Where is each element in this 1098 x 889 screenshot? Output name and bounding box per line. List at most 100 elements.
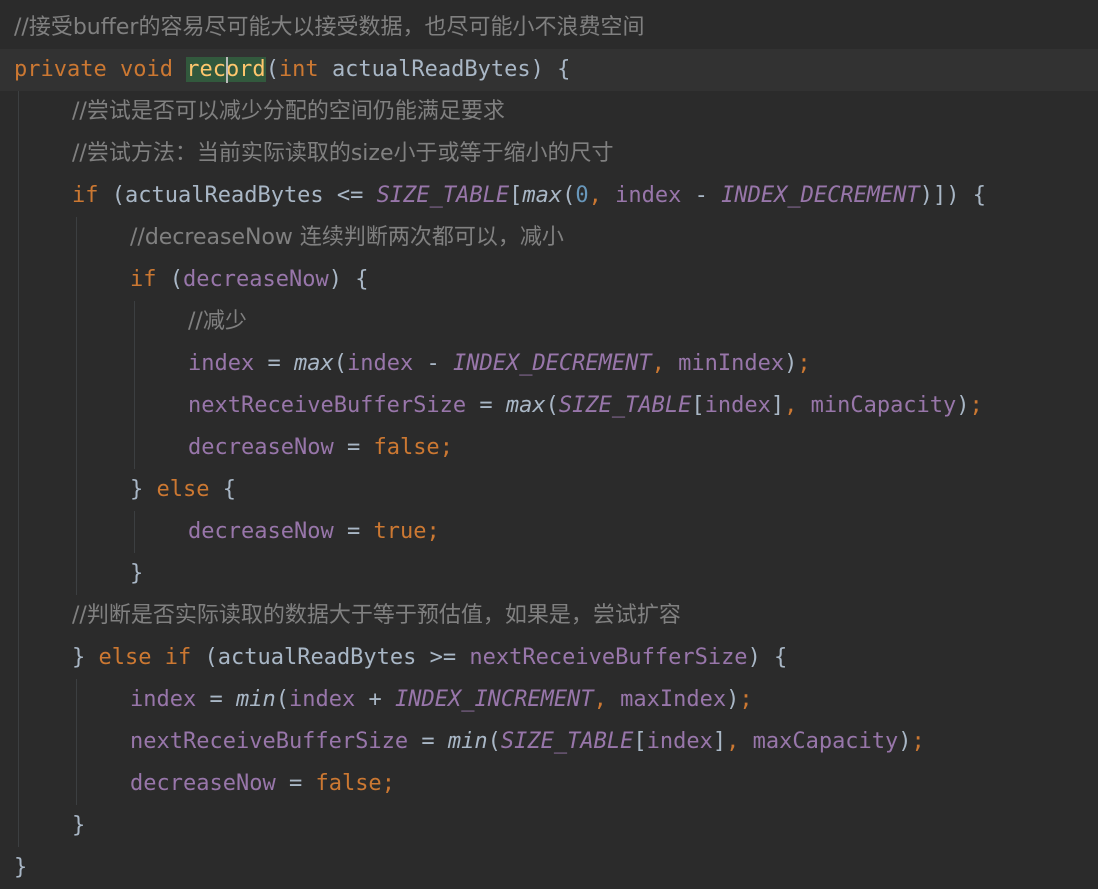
code-line[interactable]: if (decreaseNow) {: [0, 259, 1098, 301]
code-token-keyword: false: [373, 435, 440, 460]
code-token-comment: //判断是否实际读取的数据大于等于预估值，如果是，尝试扩容: [72, 603, 681, 628]
code-token-static: INDEX_DECREMENT: [721, 183, 920, 208]
code-line[interactable]: decreaseNow = true;: [0, 511, 1098, 553]
code-token-op: +: [355, 687, 395, 712]
code-line[interactable]: //尝试是否可以减少分配的空间仍能满足要求: [0, 91, 1098, 133]
code-token-call: max: [522, 183, 563, 208]
code-line[interactable]: nextReceiveBufferSize = min(SIZE_TABLE[i…: [0, 721, 1098, 763]
code-token-punct: (: [545, 393, 559, 418]
code-token-keyword: else: [98, 645, 152, 670]
code-token-punct: }: [72, 813, 86, 838]
code-line[interactable]: } else if (actualReadBytes >= nextReceiv…: [0, 637, 1098, 679]
code-token-call: min: [447, 729, 488, 754]
code-token-static: INDEX_DECREMENT: [452, 351, 652, 376]
code-token-semi: ;: [797, 351, 811, 376]
code-token-punct: ) {: [328, 267, 369, 292]
code-token-semi: ,: [726, 729, 740, 754]
code-token-punct: [: [633, 729, 647, 754]
code-token-keyword: true: [373, 519, 427, 544]
code-token-field: index: [346, 351, 414, 376]
code-line[interactable]: //接受buffer的容易尽可能大以接受数据，也尽可能小不浪费空间: [0, 7, 1098, 49]
code-token-keyword: void: [119, 57, 173, 82]
code-token-punct: (: [275, 687, 289, 712]
code-token-op: =: [275, 771, 316, 796]
code-token-punct: ) {: [747, 645, 788, 670]
code-token-punct: (: [191, 645, 218, 670]
code-token-call: max: [505, 393, 546, 418]
code-token-keyword: private: [14, 57, 107, 82]
code-token-punct: (: [333, 351, 347, 376]
code-token-keyword: else: [156, 477, 210, 502]
code-token-punct: {: [209, 477, 236, 502]
code-line[interactable]: //尝试方法：当前实际读取的size小于或等于缩小的尺寸: [0, 133, 1098, 175]
code-line[interactable]: decreaseNow = false;: [0, 427, 1098, 469]
code-token-semi: ;: [426, 519, 440, 544]
code-token-punct: ]: [770, 393, 785, 418]
code-token-punct: }: [72, 645, 99, 670]
code-token-punct: ) {: [530, 57, 571, 82]
code-token-call: max: [293, 351, 334, 376]
code-token-comment: //decreaseNow 连续判断两次都可以，减小: [130, 225, 564, 250]
code-token-field: maxIndex: [620, 687, 727, 712]
code-token-field: index: [288, 687, 356, 712]
code-line[interactable]: //减少: [0, 301, 1098, 343]
code-token-semi: ;: [439, 435, 453, 460]
code-token-op: =: [408, 729, 448, 754]
code-line[interactable]: index = min(index + INDEX_INCREMENT, max…: [0, 679, 1098, 721]
code-token-field: decreaseNow: [188, 435, 334, 460]
code-line[interactable]: //decreaseNow 连续判断两次都可以，减小: [0, 217, 1098, 259]
text-caret: [225, 56, 228, 83]
code-token-op: >=: [416, 645, 470, 670]
code-token-semi: ;: [381, 771, 395, 796]
code-token-field: index: [704, 393, 771, 418]
code-token-field: minIndex: [678, 351, 785, 376]
code-token-comment: //接受buffer的容易尽可能大以接受数据，也尽可能小不浪费空间: [14, 15, 645, 40]
code-token-field: nextReceiveBufferSize: [188, 393, 467, 418]
code-token-punct: }: [130, 561, 144, 586]
code-token-semi: ;: [911, 729, 925, 754]
code-editor[interactable]: //接受buffer的容易尽可能大以接受数据，也尽可能小不浪费空间 private…: [0, 0, 1098, 884]
code-token-comment: //减少: [188, 309, 247, 334]
code-token-op: =: [333, 519, 374, 544]
code-token-punct: ): [956, 393, 970, 418]
code-token-punct: }: [14, 855, 28, 880]
code-token-punct: ): [784, 351, 798, 376]
code-token-field: minCapacity: [810, 393, 957, 418]
code-token-field: maxCapacity: [752, 729, 899, 754]
code-token-field: nextReceiveBufferSize: [469, 645, 748, 670]
code-line[interactable]: } else {: [0, 469, 1098, 511]
code-token-static: INDEX_INCREMENT: [394, 687, 594, 712]
code-line[interactable]: decreaseNow = false;: [0, 763, 1098, 805]
code-token-static: SIZE_TABLE: [558, 393, 692, 418]
code-line[interactable]: }: [0, 805, 1098, 847]
code-line[interactable]: }: [0, 847, 1098, 889]
code-token-punct: [: [509, 183, 523, 208]
code-token-field: decreaseNow: [130, 771, 276, 796]
code-line[interactable]: private void record(int actualReadBytes)…: [0, 49, 1098, 91]
code-line[interactable]: index = max(index - INDEX_DECREMENT, min…: [0, 343, 1098, 385]
code-line[interactable]: if (actualReadBytes <= SIZE_TABLE[max(0,…: [0, 175, 1098, 217]
code-line[interactable]: nextReceiveBufferSize = max(SIZE_TABLE[i…: [0, 385, 1098, 427]
code-token-static: SIZE_TABLE: [500, 729, 634, 754]
code-token-param: actualReadBytes: [125, 183, 324, 208]
code-line[interactable]: //判断是否实际读取的数据大于等于预估值，如果是，尝试扩容: [0, 595, 1098, 637]
code-token-field: index: [615, 183, 682, 208]
code-token-field: decreaseNow: [188, 519, 334, 544]
code-token-punct: (: [562, 183, 576, 208]
code-token-semi: ,: [784, 393, 798, 418]
code-token-op: -: [681, 183, 722, 208]
code-token-op: =: [254, 351, 294, 376]
code-token-op: =: [333, 435, 374, 460]
code-token-semi: ,: [588, 183, 602, 208]
code-token-op: -: [413, 351, 453, 376]
code-token-punct: }: [130, 477, 157, 502]
code-token-param: actualReadBytes: [331, 57, 531, 82]
code-token-op: =: [466, 393, 506, 418]
code-line[interactable]: }: [0, 553, 1098, 595]
